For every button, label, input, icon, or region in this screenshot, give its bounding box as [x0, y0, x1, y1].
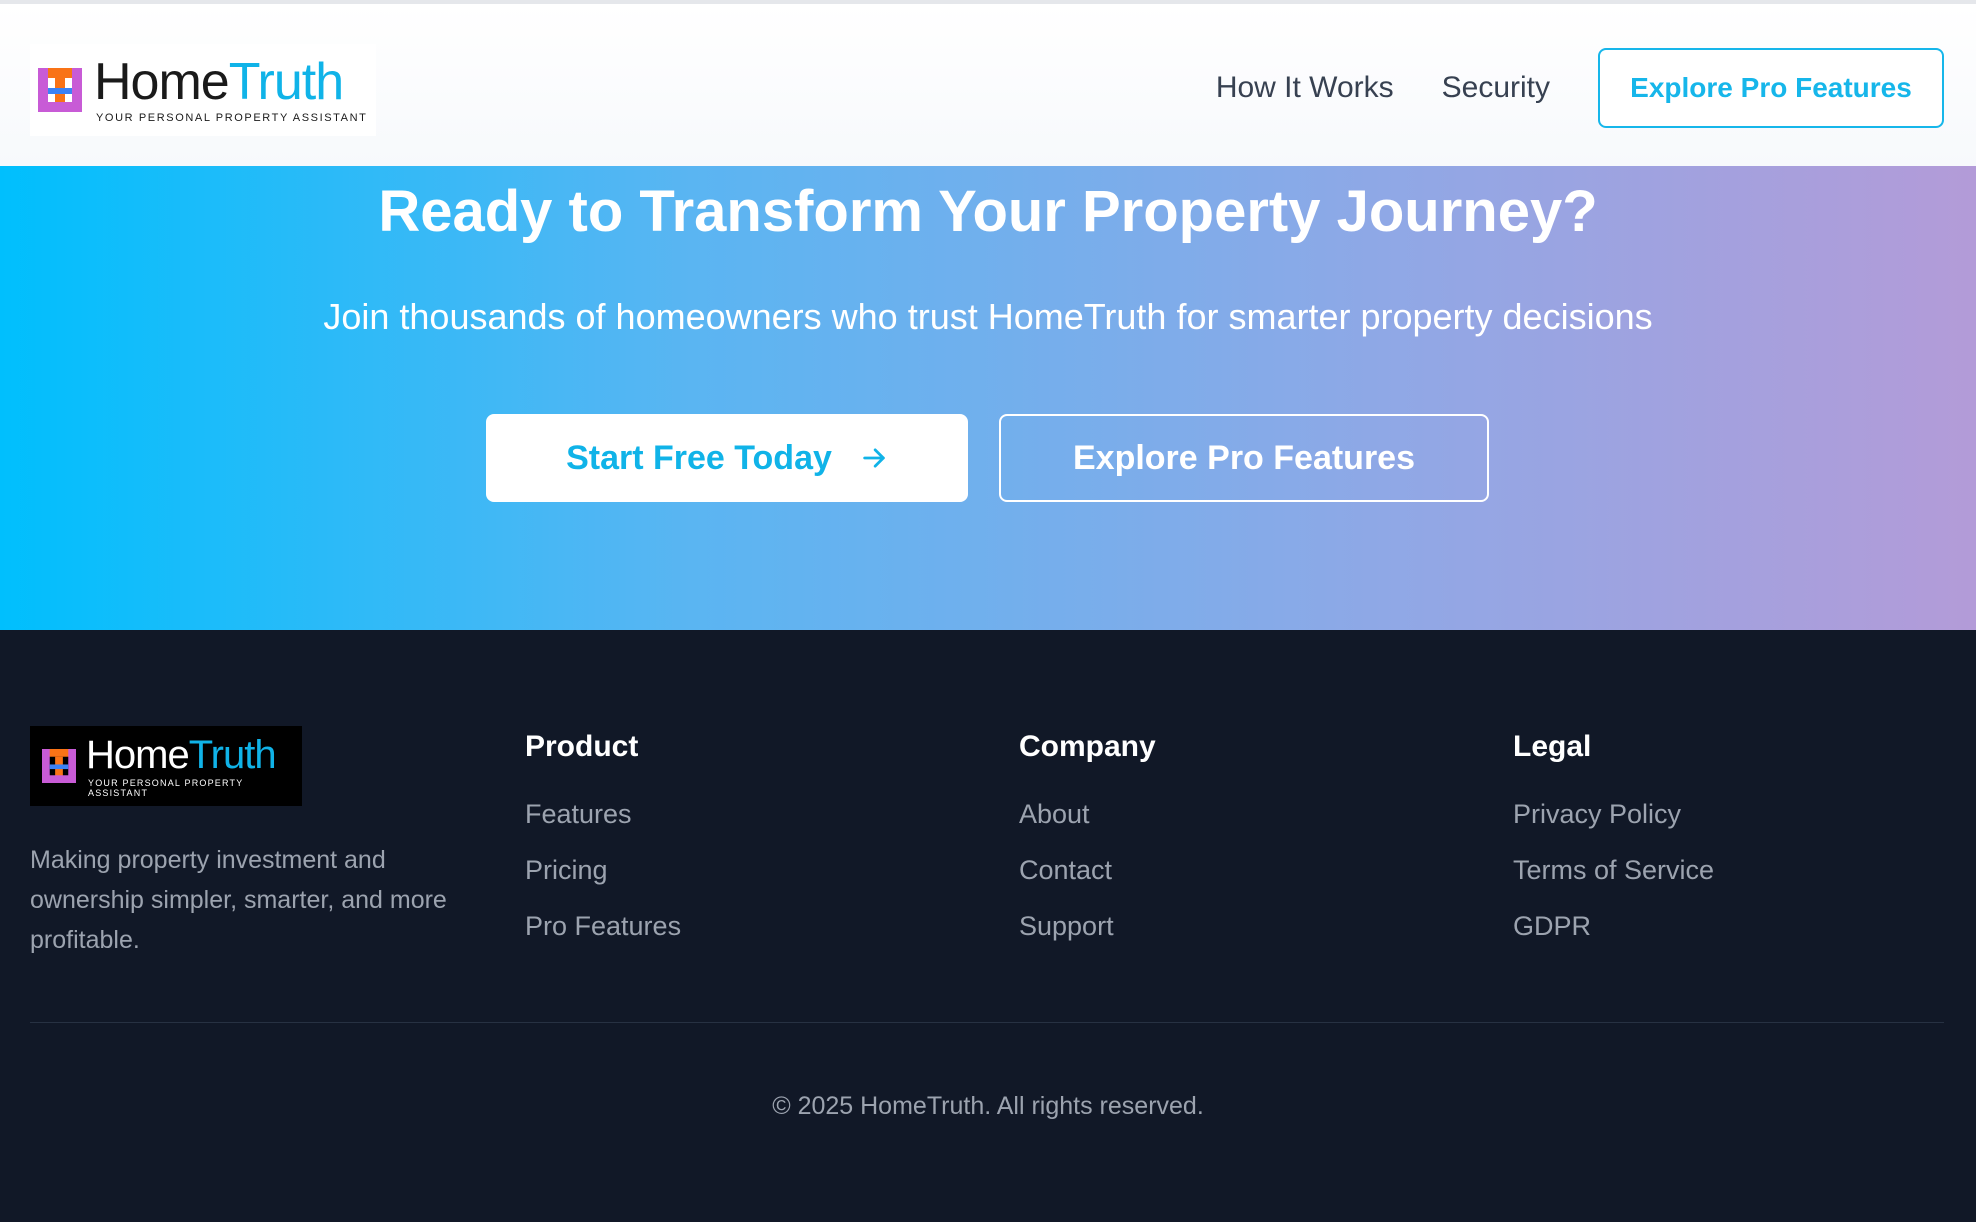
- footer-logo[interactable]: HomeTruth YOUR PERSONAL PROPERTY ASSISTA…: [30, 726, 302, 806]
- hometruth-logo-icon: [42, 749, 76, 783]
- footer-column-company: Company About Contact Support: [1019, 730, 1156, 964]
- hometruth-logo-icon: [38, 68, 82, 112]
- footer-logo-wordmark: HomeTruth: [86, 732, 277, 777]
- footer-link-contact[interactable]: Contact: [1019, 852, 1156, 908]
- hero-subtitle: Join thousands of homeowners who trust H…: [323, 296, 1653, 337]
- footer-column-legal: Legal Privacy Policy Terms of Service GD…: [1513, 730, 1714, 964]
- site-footer: HomeTruth YOUR PERSONAL PROPERTY ASSISTA…: [0, 630, 1976, 1222]
- footer-link-pro-features[interactable]: Pro Features: [525, 908, 681, 964]
- header-explore-pro-button[interactable]: Explore Pro Features: [1598, 48, 1944, 128]
- cta-hero-section: Ready to Transform Your Property Journey…: [0, 166, 1976, 630]
- main-nav: How It Works Security Explore Pro Featur…: [1216, 48, 1944, 128]
- hero-explore-pro-button[interactable]: Explore Pro Features: [999, 414, 1489, 502]
- footer-heading-product: Product: [525, 730, 639, 763]
- header-logo[interactable]: HomeTruth YOUR PERSONAL PROPERTY ASSISTA…: [30, 44, 376, 136]
- footer-link-gdpr[interactable]: GDPR: [1513, 908, 1714, 964]
- start-free-label: Start Free Today: [566, 438, 832, 477]
- start-free-button[interactable]: Start Free Today: [486, 414, 968, 502]
- footer-link-terms-of-service[interactable]: Terms of Service: [1513, 852, 1714, 908]
- footer-link-features[interactable]: Features: [525, 796, 681, 852]
- hero-title: Ready to Transform Your Property Journey…: [378, 179, 1598, 244]
- logo-tagline: YOUR PERSONAL PROPERTY ASSISTANT: [96, 112, 368, 124]
- footer-link-support[interactable]: Support: [1019, 908, 1156, 964]
- arrow-right-icon: [863, 448, 885, 468]
- footer-description: Making property investment and ownership…: [30, 846, 447, 954]
- site-header: HomeTruth YOUR PERSONAL PROPERTY ASSISTA…: [0, 4, 1976, 166]
- footer-column-product: Product Features Pricing Pro Features: [525, 730, 681, 964]
- nav-how-it-works[interactable]: How It Works: [1216, 71, 1394, 105]
- logo-wordmark: HomeTruth: [94, 53, 344, 111]
- footer-heading-legal: Legal: [1513, 730, 1592, 763]
- footer-heading-company: Company: [1019, 730, 1156, 763]
- copyright-text: © 2025 HomeTruth. All rights reserved.: [772, 1092, 1204, 1120]
- nav-security[interactable]: Security: [1442, 71, 1550, 105]
- footer-link-privacy-policy[interactable]: Privacy Policy: [1513, 796, 1714, 852]
- footer-divider: [30, 1022, 1944, 1023]
- footer-logo-tagline: YOUR PERSONAL PROPERTY ASSISTANT: [88, 777, 244, 798]
- footer-link-about[interactable]: About: [1019, 796, 1156, 852]
- footer-link-pricing[interactable]: Pricing: [525, 852, 681, 908]
